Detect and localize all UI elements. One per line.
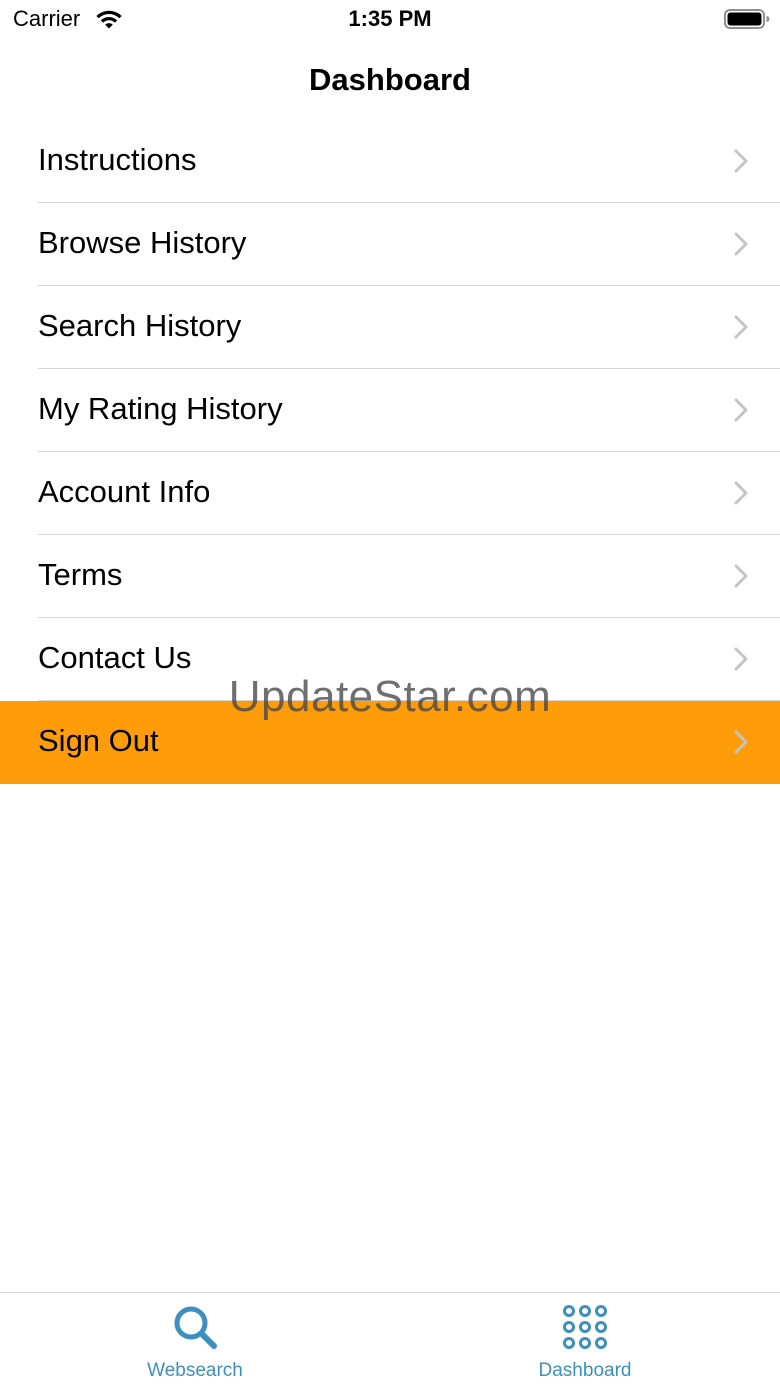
chevron-right-icon [734,730,748,754]
chevron-right-icon [734,315,748,339]
dashboard-menu: Instructions Browse History Search Histo… [0,120,780,784]
menu-item-search-history[interactable]: Search History [0,286,780,369]
menu-item-label: My Rating History [38,391,283,426]
nav-bar: Dashboard [0,40,780,121]
chevron-right-icon [734,647,748,671]
menu-item-account-info[interactable]: Account Info [0,452,780,535]
menu-item-terms[interactable]: Terms [0,535,780,618]
tab-label: Websearch [147,1360,243,1381]
status-time: 1:35 PM [348,6,432,31]
grid-dots-icon [563,1305,607,1349]
menu-item-my-rating-history[interactable]: My Rating History [0,369,780,452]
menu-item-contact-us[interactable]: Contact Us [0,618,780,701]
menu-item-label: Search History [38,308,242,343]
chevron-right-icon [734,149,748,173]
menu-item-browse-history[interactable]: Browse History [0,203,780,286]
menu-item-label: Browse History [38,225,247,260]
battery-icon [724,9,770,29]
chevron-right-icon [734,398,748,422]
tab-websearch[interactable]: Websearch [0,1293,390,1387]
menu-item-instructions[interactable]: Instructions [0,120,780,203]
menu-item-label: Contact Us [38,640,192,675]
tab-dashboard[interactable]: Dashboard [390,1293,780,1387]
tab-bar: Websearch Dashboard [0,1292,780,1387]
menu-item-label: Instructions [38,142,197,177]
menu-item-label: Terms [38,557,123,592]
page-title: Dashboard [309,62,471,97]
chevron-right-icon [734,232,748,256]
menu-item-label: Sign Out [38,723,159,758]
menu-item-label: Account Info [38,474,211,509]
chevron-right-icon [734,481,748,505]
chevron-right-icon [734,564,748,588]
status-bar: Carrier 1:35 PM [0,0,780,40]
screen: Carrier 1:35 PM Dashboard Instructions B… [0,0,780,1387]
search-icon [174,1306,217,1349]
menu-item-sign-out[interactable]: Sign Out [0,701,780,784]
tab-label: Dashboard [538,1360,632,1381]
